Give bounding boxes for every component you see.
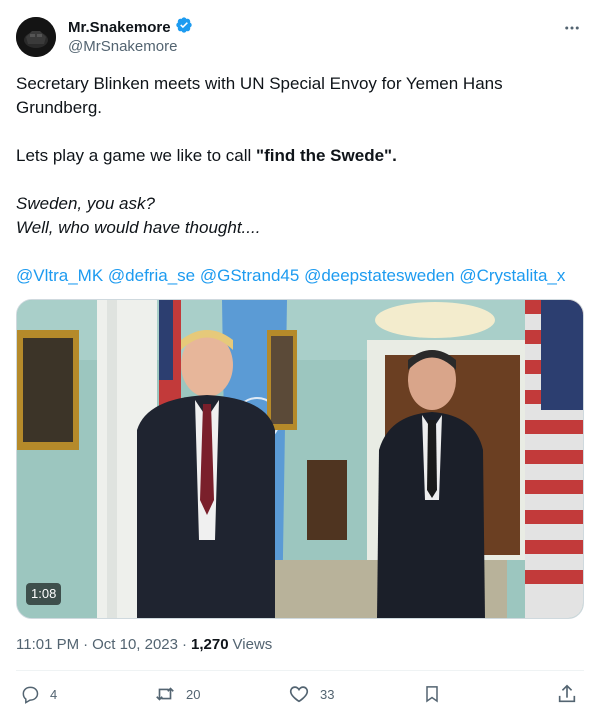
tweet-line-3: Sweden, you ask?	[16, 194, 155, 213]
meta-separator: ·	[182, 635, 187, 653]
tweet-line-4: Well, who would have thought....	[16, 218, 261, 237]
like-count: 33	[320, 686, 335, 702]
tweet-time[interactable]: 11:01 PM	[16, 636, 79, 653]
verified-badge-icon	[175, 16, 193, 39]
reply-icon	[20, 684, 40, 704]
avatar[interactable]	[16, 17, 56, 57]
action-bar: 4 20 33	[16, 682, 584, 706]
tweet-line-2-prefix: Lets play a game we like to call	[16, 146, 257, 165]
reply-button[interactable]: 4	[20, 682, 57, 706]
retweet-count: 20	[186, 686, 201, 702]
mention-link[interactable]: @Vltra_MK	[16, 266, 103, 285]
tweet-line-1: Secretary Blinken meets with UN Special …	[16, 74, 503, 117]
mention-link[interactable]: @defria_se	[108, 266, 195, 285]
share-button[interactable]	[556, 682, 578, 706]
bookmark-button[interactable]	[422, 682, 442, 706]
author-display-name[interactable]: Mr.Snakemore	[68, 19, 171, 36]
share-icon	[556, 683, 578, 705]
tweet-line-2: Lets play a game we like to call "find t…	[16, 144, 584, 168]
reply-count: 4	[50, 686, 58, 702]
divider	[16, 670, 584, 671]
mention-link[interactable]: @deepstatesweden	[304, 266, 455, 285]
meta-separator: ·	[83, 635, 89, 653]
tweet-line-2-bold: "find the Swede".	[256, 146, 397, 165]
tweet-text: Secretary Blinken meets with UN Special …	[16, 72, 584, 288]
tweet-date[interactable]: Oct 10, 2023	[92, 636, 178, 653]
heart-icon	[288, 683, 310, 705]
like-button[interactable]: 33	[288, 682, 334, 706]
retweet-icon	[154, 683, 176, 705]
author-name-row[interactable]: Mr.Snakemore	[68, 16, 193, 39]
mention-link[interactable]: @Crystalita_x	[459, 266, 565, 285]
views-count: 1,270	[191, 635, 229, 653]
tweet-card[interactable]: Mr.Snakemore @MrSnakemore Secretary Blin…	[0, 0, 600, 716]
video-duration: 1:08	[26, 583, 62, 605]
tweet-meta: 11:01 PM · Oct 10, 2023 · 1,270 Views	[16, 634, 272, 654]
mention-link[interactable]: @GStrand45	[200, 266, 299, 285]
views-label: Views	[232, 635, 273, 653]
more-horizontal-icon[interactable]	[558, 14, 586, 42]
video-media[interactable]	[16, 299, 584, 619]
author-handle[interactable]: @MrSnakemore	[68, 38, 177, 55]
bookmark-icon	[422, 683, 442, 705]
mentions-row: @Vltra_MK @defria_se @GStrand45 @deepsta…	[16, 264, 584, 288]
retweet-button[interactable]: 20	[154, 682, 200, 706]
